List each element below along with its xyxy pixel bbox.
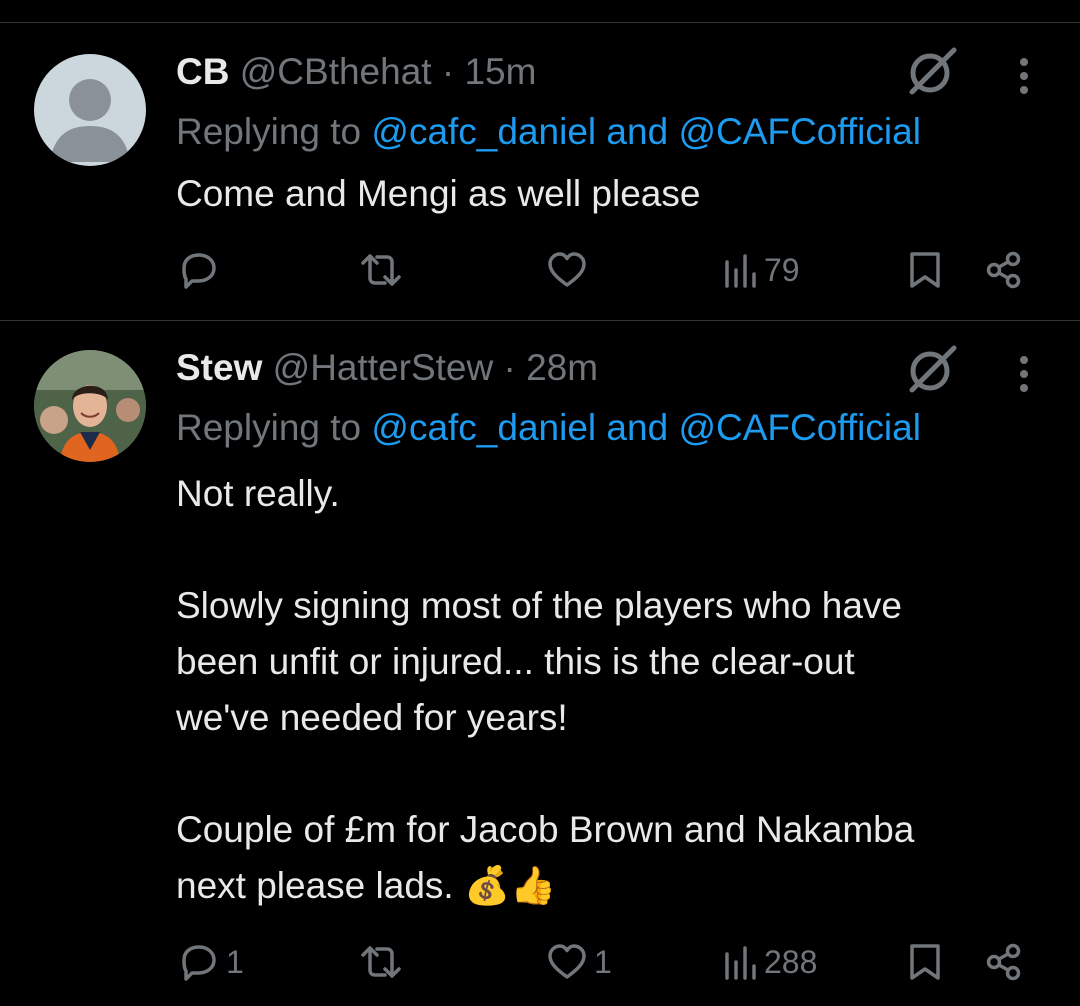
heart-icon [548,252,586,287]
retweet-button[interactable] [358,250,410,290]
handle[interactable]: @CBthehat [240,51,432,92]
view-count: 79 [764,251,800,288]
avatar[interactable] [34,54,146,166]
tweet-text-line: been unfit or injured... this is the cle… [176,641,855,682]
timestamp[interactable]: 15m [464,51,536,92]
like-count: 1 [594,943,612,980]
tweet-text-line: Slowly signing most of the players who h… [176,585,902,626]
mention-link[interactable]: @CAFCofficial [678,407,921,448]
display-name[interactable]: Stew [176,347,262,388]
bookmark-icon[interactable] [908,250,942,290]
replying-prefix: Replying to [176,111,362,152]
avatar[interactable] [34,350,146,462]
retweet-button[interactable] [358,942,410,982]
tweet-divider [0,320,1080,321]
handle[interactable]: @HatterStew [273,347,494,388]
separator: · [441,51,455,92]
heart-icon [548,944,586,979]
views-button[interactable]: 79 [722,250,800,290]
tweet-text-line: Couple of £m for Jacob Brown and Nakamba [176,809,915,850]
tweet-text-line: we've needed for years! [176,697,568,738]
retweet-icon [361,254,401,286]
reply-count: 1 [226,943,244,980]
more-icon[interactable] [1014,56,1034,96]
tweet-text: Come and Mengi as well please [176,166,1056,222]
tweet-text-line: Not really. [176,473,340,514]
views-icon [725,254,756,288]
tweet-text-line: next please lads. 💰👍 [176,865,557,906]
display-name[interactable]: CB [176,51,229,92]
reply-icon [182,945,216,981]
like-button[interactable]: 1 [546,942,612,982]
reply-icon [182,253,216,289]
mention-link[interactable]: @cafc_daniel [371,407,596,448]
timestamp[interactable]: 28m [526,347,598,388]
share-icon[interactable] [984,942,1024,982]
reply-button[interactable] [178,250,226,290]
replying-to: Replying to @cafc_daniel and @CAFCoffici… [176,110,921,154]
replying-to: Replying to @cafc_daniel and @CAFCoffici… [176,406,921,450]
more-icon[interactable] [1014,354,1034,394]
bookmark-icon[interactable] [908,942,942,982]
mention-and[interactable]: and [606,407,668,448]
views-icon [725,946,756,980]
mention-link[interactable]: @cafc_daniel [371,111,596,152]
like-button[interactable] [546,250,594,290]
views-button[interactable]: 288 [722,942,817,982]
tweet-text: Not really. Slowly signing most of the p… [176,466,1056,914]
top-divider [0,22,1080,23]
retweet-icon [361,946,401,978]
mention-link[interactable]: @CAFCofficial [678,111,921,152]
mention-and[interactable]: and [606,111,668,152]
replying-prefix: Replying to [176,407,362,448]
grok-icon[interactable] [904,342,958,396]
reply-button[interactable]: 1 [178,942,244,982]
view-count: 288 [764,943,818,980]
separator: · [503,347,516,388]
tweet-header: Stew @HatterStew · 28m [176,346,598,390]
share-icon[interactable] [984,250,1024,290]
grok-icon[interactable] [904,44,958,98]
tweet-header: CB @CBthehat · 15m [176,50,536,94]
tweet-text-line: Come and Mengi as well please [176,173,701,214]
